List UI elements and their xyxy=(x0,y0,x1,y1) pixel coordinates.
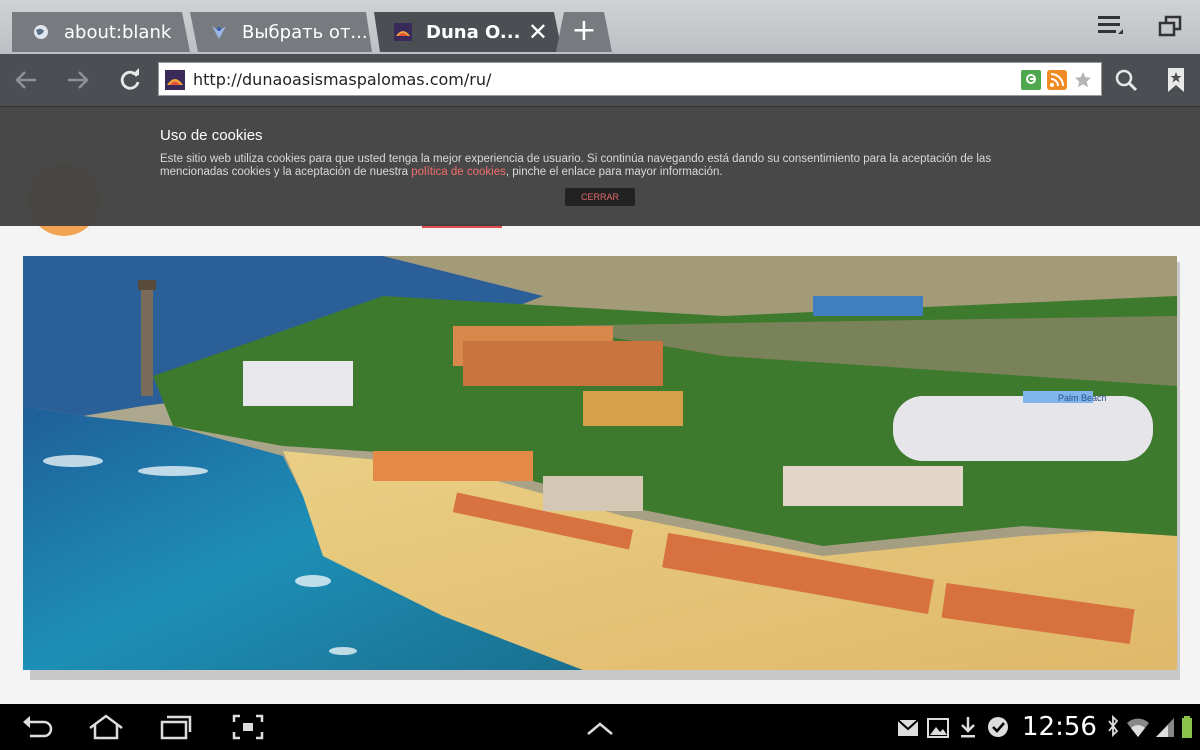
site-favicon xyxy=(394,23,412,41)
clock: 12:56 xyxy=(1022,712,1097,742)
close-tab-icon[interactable]: ✕ xyxy=(528,20,548,44)
gallery-icon xyxy=(927,712,949,742)
tab-title: about:blank xyxy=(64,21,172,43)
bluetooth-icon xyxy=(1105,712,1121,742)
cookie-title: Uso de cookies xyxy=(160,127,263,144)
translate-icon[interactable] xyxy=(1021,70,1041,90)
screenshot-icon[interactable] xyxy=(230,712,266,742)
chevron-up-icon[interactable] xyxy=(584,712,616,742)
site-favicon xyxy=(165,70,185,90)
globe-icon xyxy=(32,23,50,41)
app-icon xyxy=(210,23,228,41)
star-icon[interactable] xyxy=(1073,70,1093,90)
wifi-icon xyxy=(1125,712,1151,742)
tab-title: Duna O... xyxy=(426,21,521,43)
url-text: http://dunaoasismaspalomas.com/ru/ xyxy=(193,70,492,89)
download-icon xyxy=(958,712,978,742)
address-bar[interactable]: http://dunaoasismaspalomas.com/ru/ xyxy=(158,62,1102,96)
battery-icon xyxy=(1180,712,1194,742)
tab-strip: about:blank Выбрать от... Duna O... ✕ + xyxy=(0,0,1200,54)
cookie-close-button[interactable]: CERRAR xyxy=(565,188,635,206)
system-bar: 12:56 xyxy=(0,704,1200,750)
rss-icon[interactable] xyxy=(1047,70,1067,90)
sync-icon xyxy=(986,712,1010,742)
forward-icon[interactable] xyxy=(62,64,94,96)
gmail-icon xyxy=(897,712,919,742)
tab-title: Выбрать от... xyxy=(242,21,368,43)
tab-switcher-icon[interactable] xyxy=(1155,12,1187,40)
back-nav-icon[interactable] xyxy=(20,712,54,742)
tab-duna-active[interactable]: Duna O... ✕ xyxy=(374,12,562,52)
menu-icon[interactable] xyxy=(1094,12,1126,40)
search-icon[interactable] xyxy=(1110,64,1142,96)
back-icon[interactable] xyxy=(10,64,42,96)
web-page: Palm Beach Uso de cookies Este sitio web… xyxy=(0,106,1200,704)
signal-icon xyxy=(1154,712,1176,742)
cookie-policy-link[interactable]: política de cookies xyxy=(411,166,506,178)
tab-about-blank[interactable]: about:blank xyxy=(12,12,190,52)
screen: about:blank Выбрать от... Duna O... ✕ + xyxy=(0,0,1200,750)
new-tab-button[interactable]: + xyxy=(556,12,612,52)
cookie-text: Este sitio web utiliza cookies para que … xyxy=(160,153,1040,179)
recent-apps-icon[interactable] xyxy=(158,712,194,742)
bookmarks-icon[interactable] xyxy=(1160,64,1192,96)
home-nav-icon[interactable] xyxy=(86,712,126,742)
cookie-text-end: , pinche el enlace para mayor informació… xyxy=(505,166,723,178)
hero-image: Palm Beach xyxy=(23,256,1177,670)
cookie-notice: Uso de cookies Este sitio web utiliza co… xyxy=(0,106,1200,226)
tab-vybrat[interactable]: Выбрать от... xyxy=(190,12,372,52)
palm-beach-sign: Palm Beach xyxy=(1058,393,1107,403)
reload-icon[interactable] xyxy=(114,64,146,96)
